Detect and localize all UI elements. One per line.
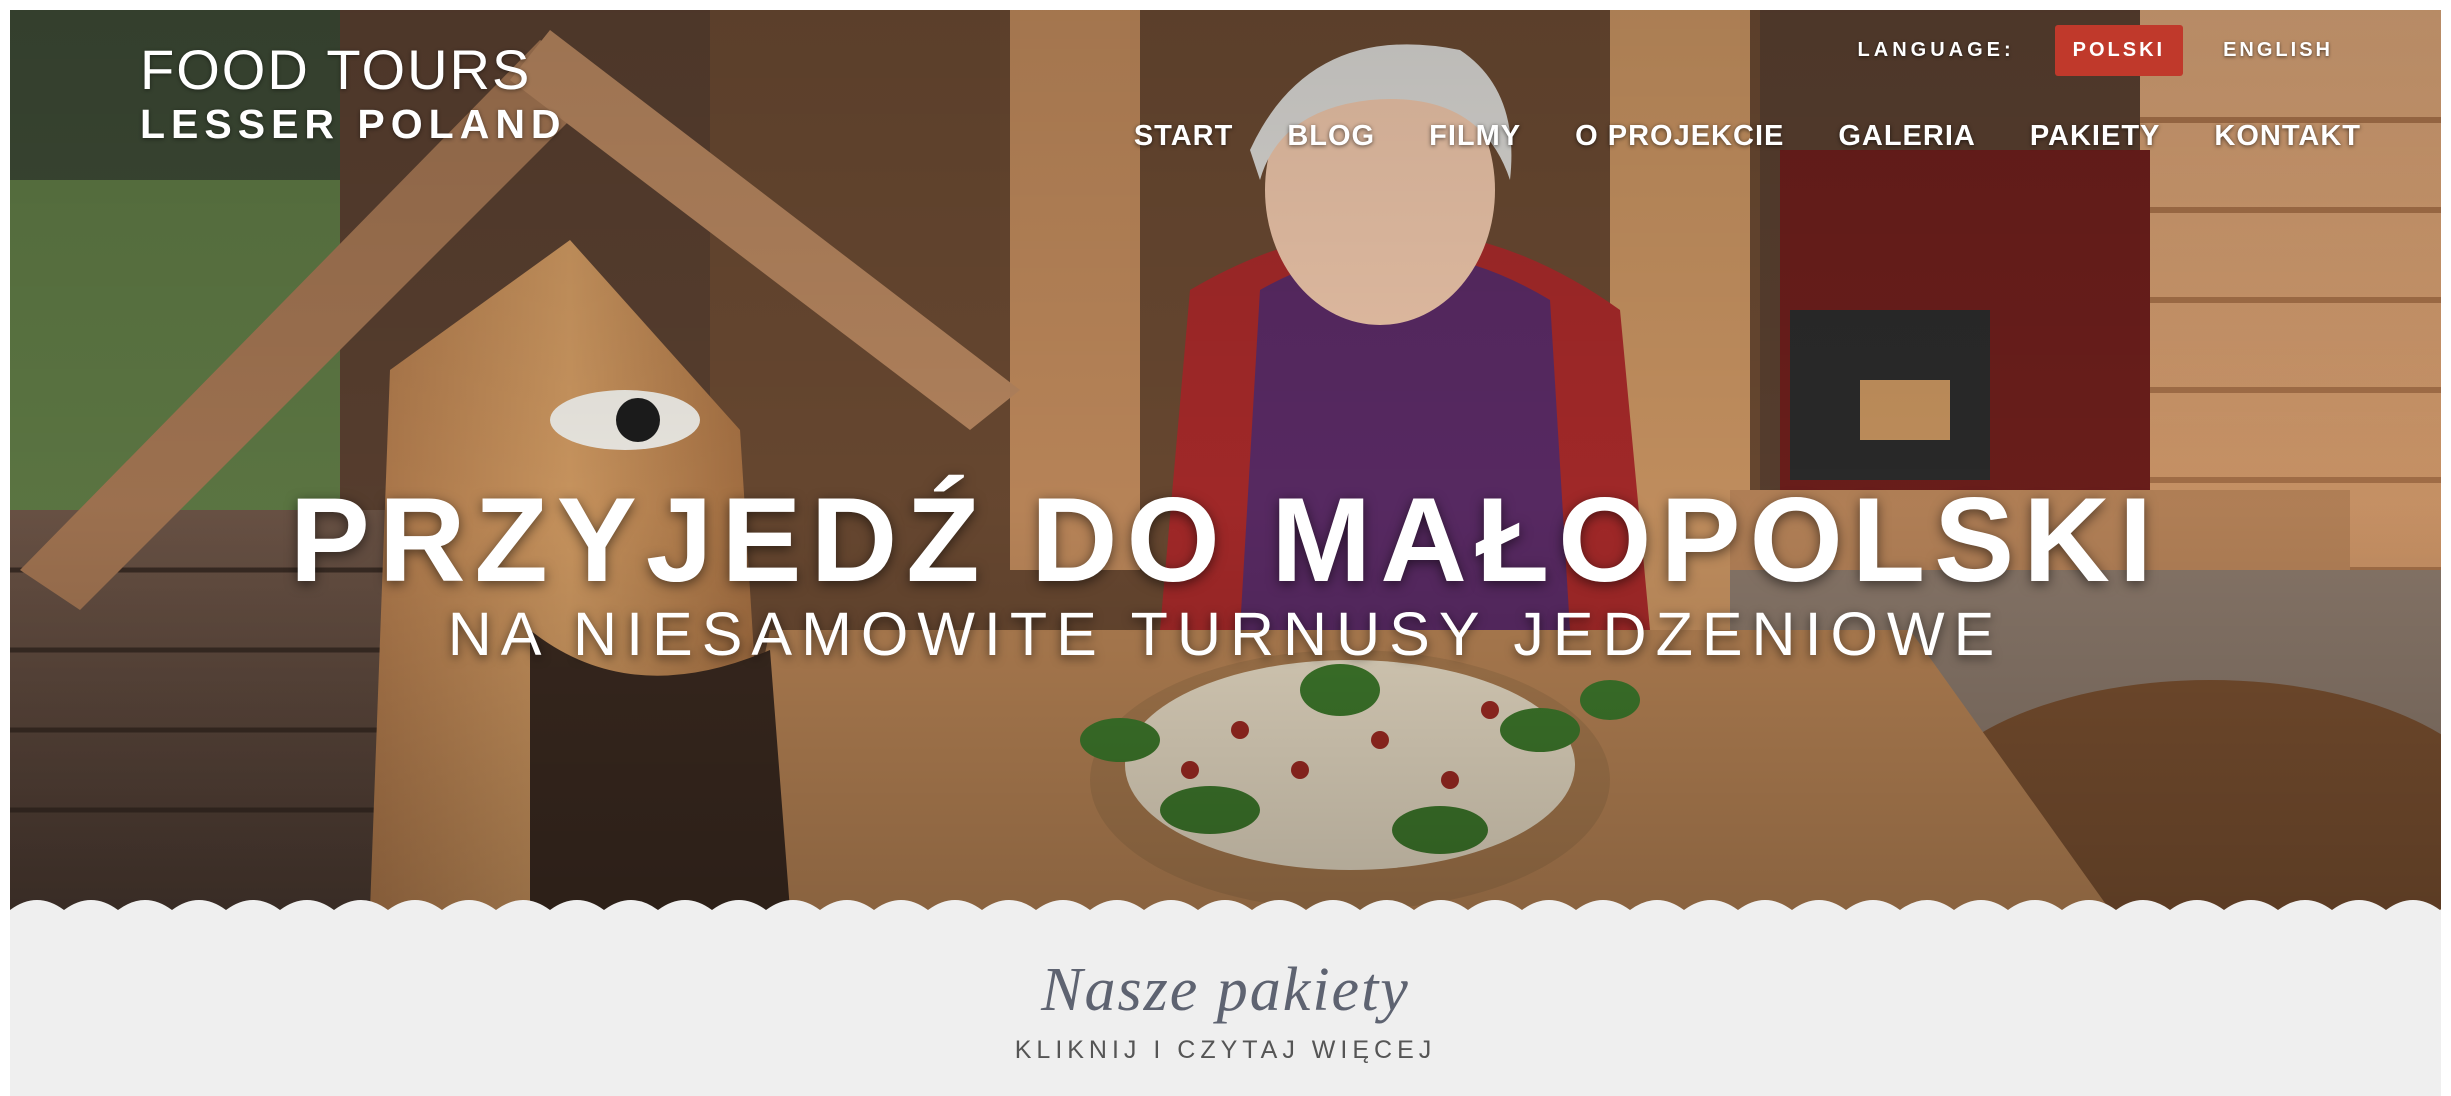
site-logo[interactable]: FOOD TOURS LESSER POLAND: [140, 38, 567, 146]
hero-subheadline: NA NIESAMOWITE TURNUSY JEDZENIOWE: [447, 600, 2004, 668]
section-title: Nasze pakiety: [1041, 956, 1410, 1024]
hero-banner: FOOD TOURS LESSER POLAND LANGUAGE: POLSK…: [10, 10, 2441, 910]
nav-item-o-projekcie[interactable]: O PROJEKCIE: [1575, 120, 1784, 153]
nav-item-kontakt[interactable]: KONTAKT: [2214, 120, 2361, 153]
language-label: LANGUAGE:: [1857, 39, 2015, 61]
section-subtitle[interactable]: KLIKNIJ I CZYTAJ WIĘCEJ: [10, 1034, 2441, 1066]
nav-item-galeria[interactable]: GALERIA: [1838, 120, 1976, 153]
nav-item-blog[interactable]: BLOG: [1287, 120, 1375, 153]
nav-item-filmy[interactable]: FILMY: [1429, 120, 1521, 153]
main-nav: START BLOG FILMY O PROJEKCIE GALERIA PAK…: [1134, 120, 2361, 153]
nav-item-start[interactable]: START: [1134, 120, 1234, 153]
logo-line1: FOOD TOURS: [140, 38, 532, 101]
language-option-english[interactable]: ENGLISH: [2205, 25, 2351, 76]
nav-item-pakiety[interactable]: PAKIETY: [2030, 120, 2161, 153]
language-option-polski[interactable]: POLSKI: [2054, 25, 2184, 76]
logo-line2: LESSER POLAND: [140, 101, 567, 147]
hero-headline: PRZYJEDŹ DO MAŁOPOLSKI: [289, 473, 2162, 607]
page-frame: FOOD TOURS LESSER POLAND LANGUAGE: POLSK…: [10, 10, 2441, 1096]
wave-divider: [10, 900, 2441, 910]
language-switcher: LANGUAGE: POLSKI ENGLISH: [1858, 25, 2351, 76]
